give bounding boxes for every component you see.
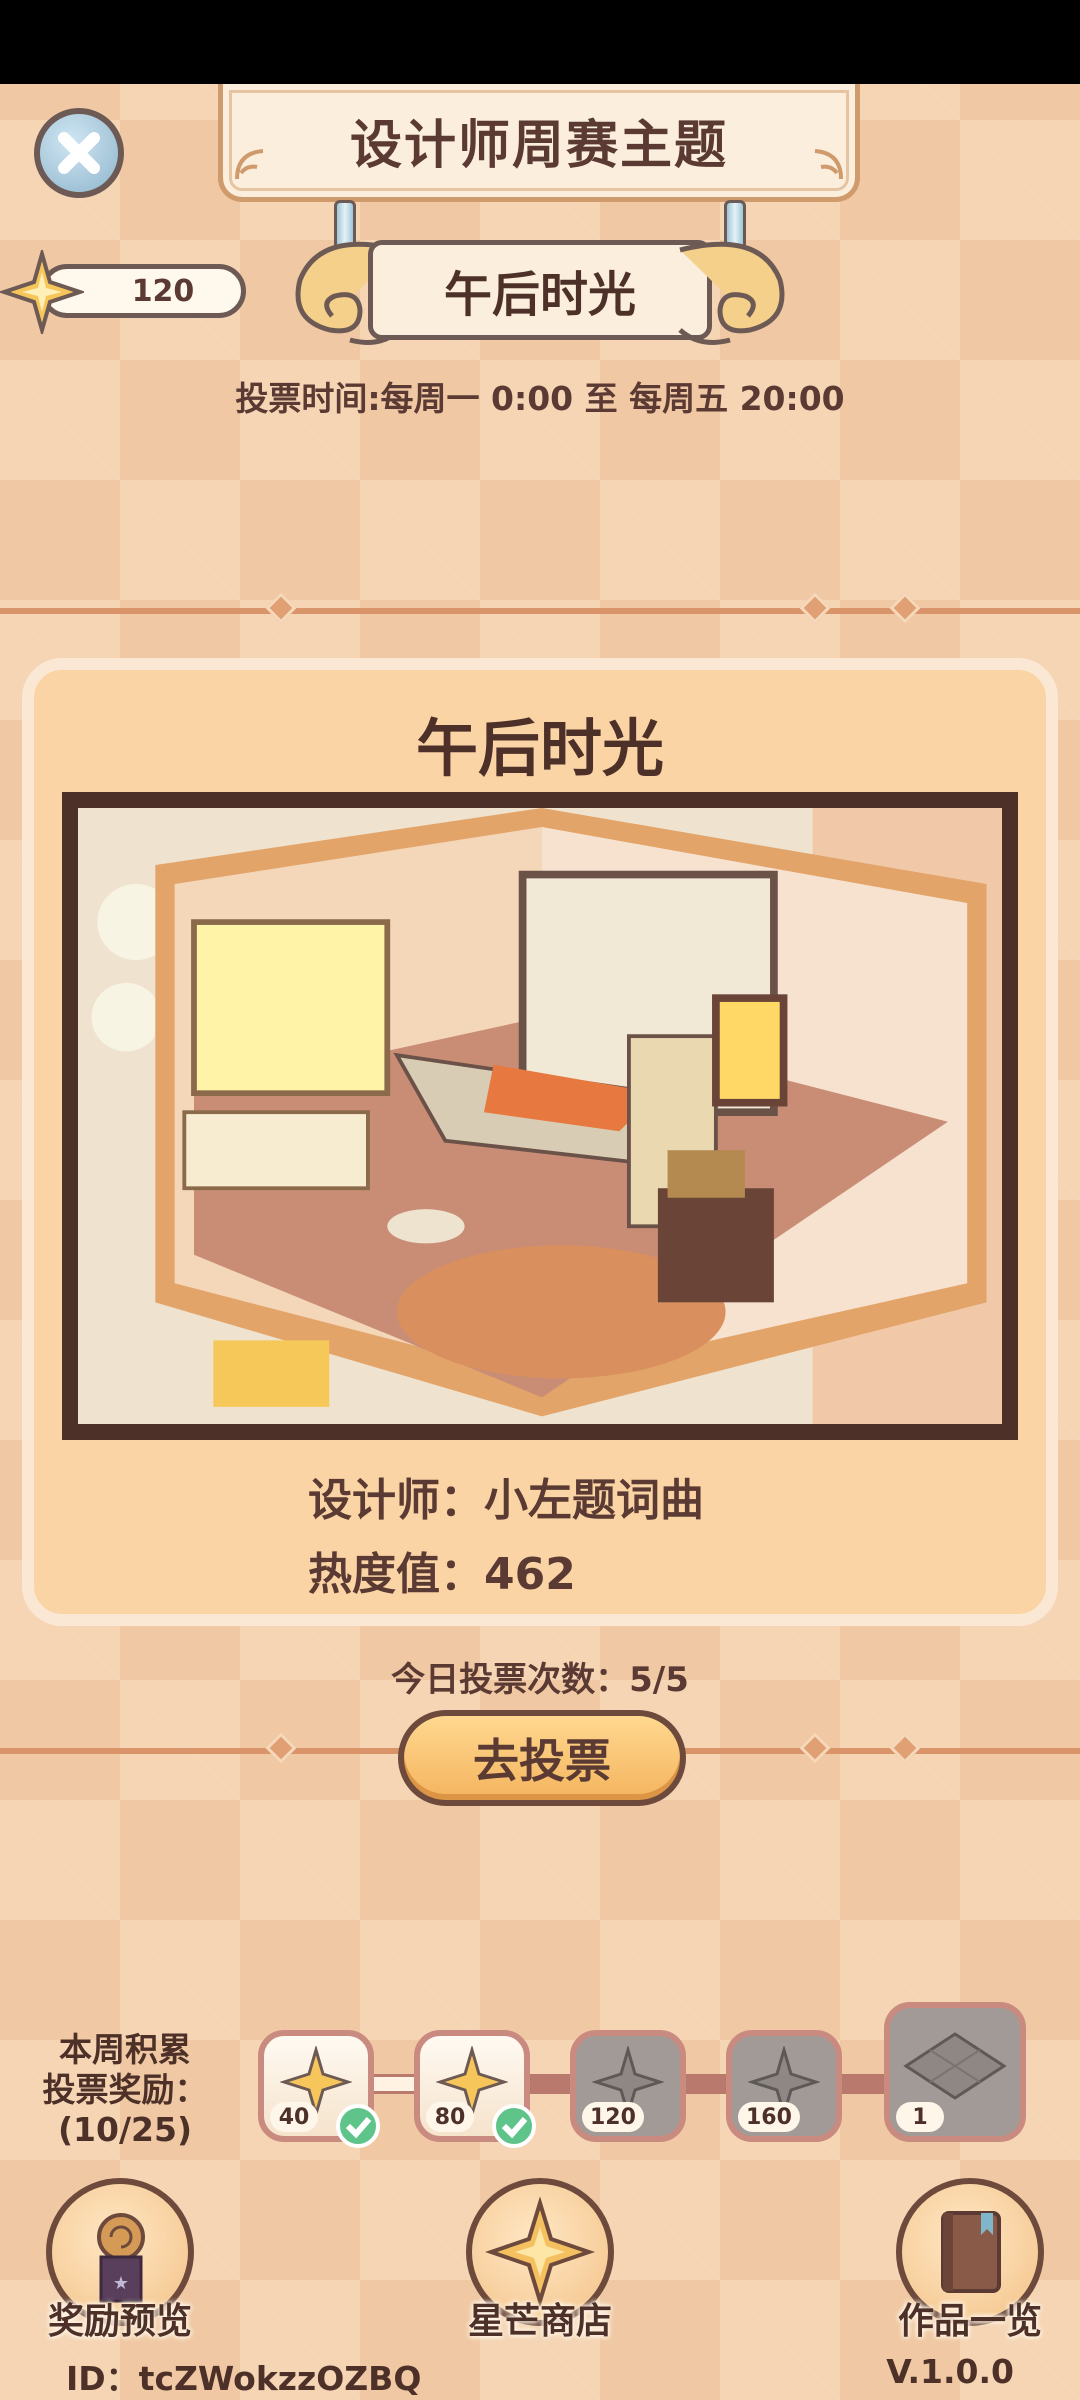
milestone-value: 80 <box>426 2102 474 2132</box>
milestone-value: 40 <box>270 2102 318 2132</box>
reward-milestone[interactable]: 160 <box>726 2030 842 2142</box>
star-amount: 120 <box>131 273 195 309</box>
heat-value: 热度值：462 <box>308 1549 576 1600</box>
divider <box>0 592 1080 624</box>
ornament-icon <box>814 149 843 180</box>
reward-milestone[interactable]: 120 <box>570 2030 686 2142</box>
svg-text:★: ★ <box>113 2273 129 2294</box>
reward-milestone-final[interactable]: 1 <box>884 2002 1026 2142</box>
reward-milestone[interactable]: 80 <box>414 2030 536 2148</box>
reward-preview-label: 奖励预览 <box>47 2301 192 2342</box>
user-id: ID：tcZWokzzOZBQ <box>66 2359 422 2398</box>
weekly-reward-label: 本周积累 投票奖励： (10/25) <box>40 2030 210 2150</box>
vote-button-label: 去投票 <box>473 1734 611 1788</box>
status-bar <box>0 0 1080 84</box>
milestone-value: 160 <box>738 2102 800 2132</box>
design-artwork[interactable] <box>62 792 1018 1440</box>
reward-progress: (10/25) <box>57 2110 193 2149</box>
reward-preview-button[interactable]: ★ 奖励预览 <box>20 2178 220 2342</box>
version-label: V.1.0.0 <box>886 2352 1014 2391</box>
star-icon <box>0 250 84 334</box>
reward-label-line2: 投票奖励： <box>42 2070 208 2109</box>
milestone-value: 120 <box>582 2102 644 2132</box>
vote-button[interactable]: 去投票 <box>398 1710 686 1806</box>
entry-title: 午后时光 <box>415 712 664 785</box>
milestone-value: 1 <box>896 2102 944 2132</box>
star-shop-label: 星芒商店 <box>467 2301 612 2342</box>
check-icon <box>492 2104 536 2148</box>
book-icon <box>941 2211 1001 2293</box>
designer-name: 设计师：小左题词曲 <box>308 1475 704 1526</box>
close-icon <box>58 132 100 174</box>
vote-time: 投票时间:每周一 0:00 至 每周五 20:00 <box>235 379 845 418</box>
works-list-label: 作品一览 <box>897 2301 1042 2342</box>
trophy-icon: ★ <box>97 2213 145 2303</box>
theme-name: 午后时光 <box>443 267 636 323</box>
ornament-icon <box>235 149 264 180</box>
star-icon <box>485 2197 595 2307</box>
page-title: 设计师周赛主题 <box>349 116 728 176</box>
entry-card: 午后时光 设计师：小左题词曲 热度值：462 <box>22 658 1058 1626</box>
works-list-button[interactable]: 作品一览 <box>870 2178 1070 2342</box>
scroll-ornament-icon <box>678 241 785 345</box>
room-design-image <box>78 808 1002 1424</box>
reward-milestone[interactable]: 40 <box>258 2030 380 2148</box>
close-button[interactable] <box>34 108 124 198</box>
title-banner: 设计师周赛主题 <box>218 84 860 202</box>
check-icon <box>336 2104 380 2148</box>
reward-label-line1: 本周积累 <box>59 2030 191 2069</box>
today-votes: 今日投票次数：5/5 <box>391 1660 689 1700</box>
star-shop-button[interactable]: 星芒商店 <box>440 2178 640 2342</box>
star-counter: 120 <box>0 250 250 334</box>
theme-plaque: 午后时光 <box>280 230 800 350</box>
